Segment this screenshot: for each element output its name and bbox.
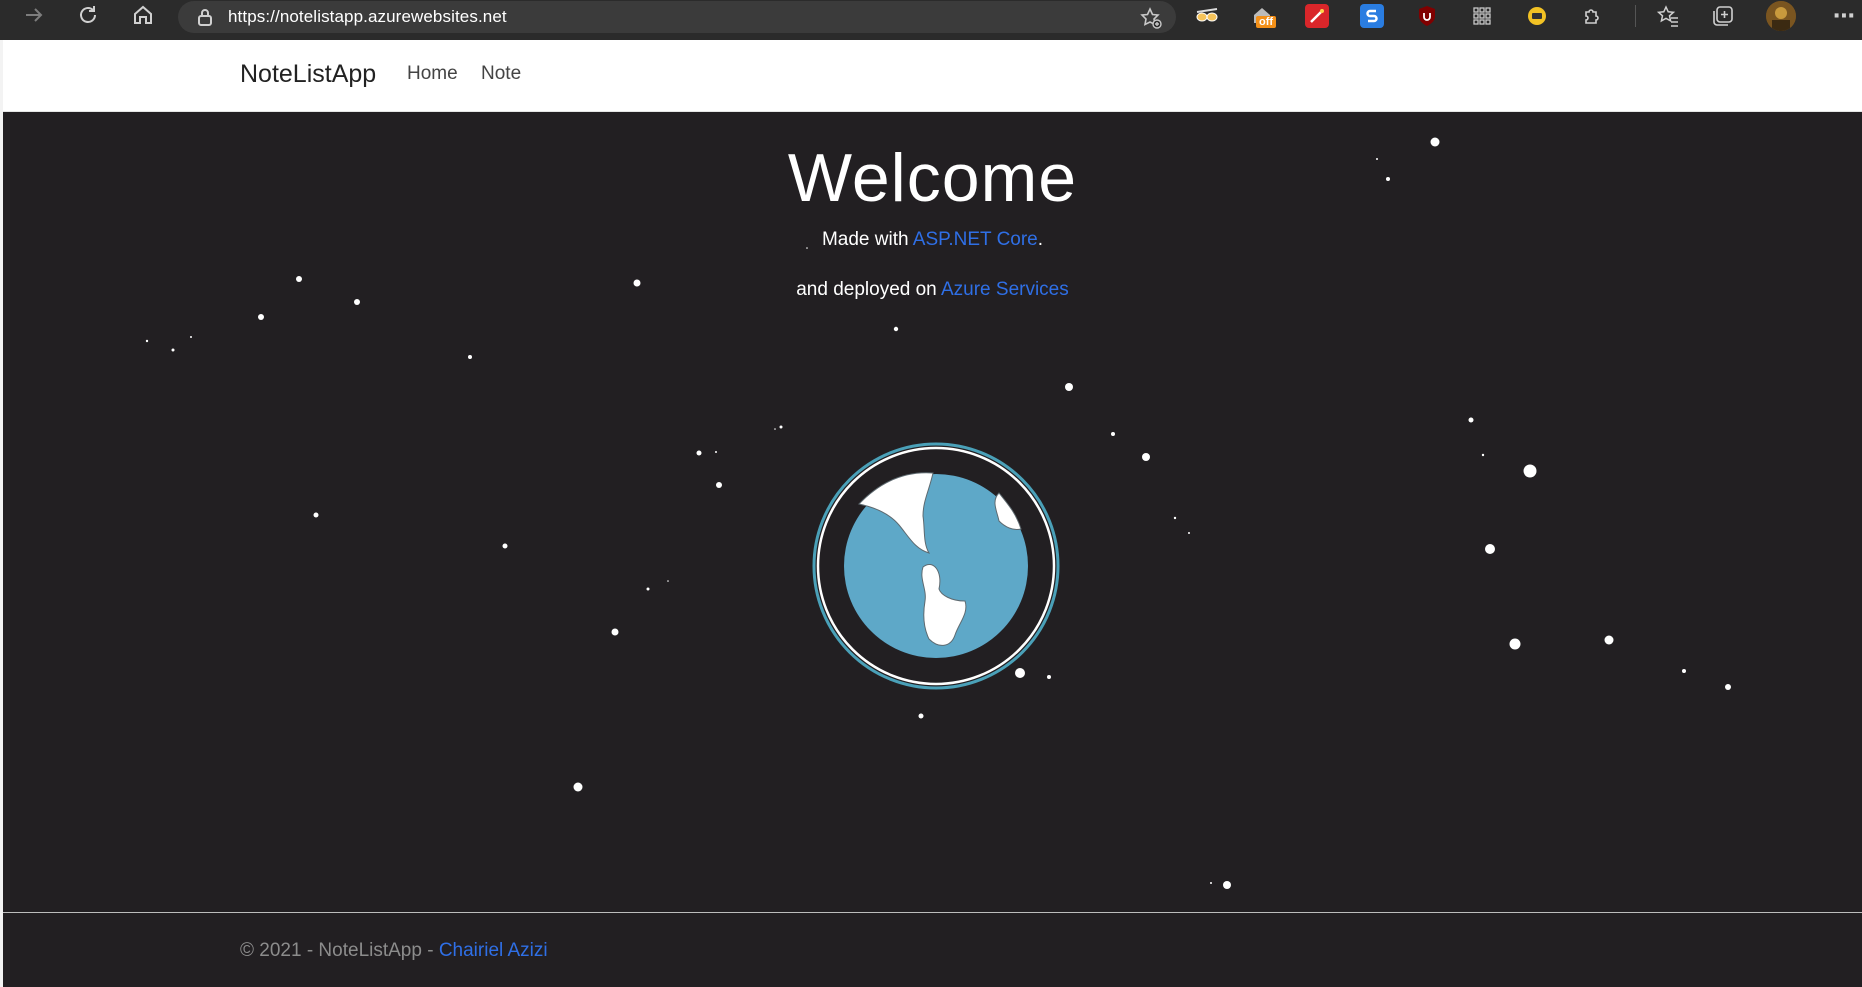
nav-link-home[interactable]: Home [407, 63, 458, 85]
extensions-puzzle-icon[interactable] [1580, 4, 1604, 28]
collections-icon[interactable] [1711, 4, 1735, 28]
deployed-on-text: and deployed on Azure Services [3, 279, 1862, 301]
profile-avatar[interactable] [1766, 1, 1796, 31]
nav-link-note[interactable]: Note [481, 63, 521, 85]
address-bar[interactable]: https://notelistapp.azurewebsites.net [178, 1, 1176, 33]
extension-glasses-icon[interactable] [1195, 4, 1219, 28]
lock-icon [196, 8, 214, 26]
footer-divider [3, 912, 1862, 913]
extension-coupon-icon[interactable]: off [1250, 4, 1277, 28]
favorites-icon[interactable] [1656, 4, 1680, 28]
extension-grid-icon[interactable] [1470, 4, 1494, 28]
brand-logo-text[interactable]: NoteListApp [240, 60, 376, 89]
welcome-heading: Welcome [787, 140, 1078, 216]
extension-wand-icon[interactable] [1305, 4, 1329, 28]
home-icon[interactable] [123, 0, 163, 30]
add-favorite-icon[interactable] [1140, 7, 1162, 29]
extension-s-icon[interactable] [1360, 4, 1384, 28]
hero-section: Welcome Made with ASP.NET Core. and depl… [3, 111, 1862, 912]
refresh-icon[interactable] [68, 0, 108, 30]
azure-services-link[interactable]: Azure Services [941, 279, 1069, 300]
aspnet-core-link[interactable]: ASP.NET Core [913, 229, 1038, 250]
deployed-on-prefix: and deployed on [796, 279, 941, 300]
extension-face-icon[interactable] [1525, 4, 1549, 28]
footer: © 2021 - NoteListApp - Chairiel Azizi [240, 940, 548, 962]
footer-copyright: © 2021 - NoteListApp - [240, 940, 439, 961]
extension-off-badge: off [1256, 16, 1277, 28]
made-with-suffix: . [1037, 229, 1044, 250]
site-navbar: NoteListApp Home Note [3, 40, 1862, 112]
more-menu-icon[interactable]: ⋯ [1832, 3, 1856, 28]
browser-toolbar: https://notelistapp.azurewebsites.net of… [0, 0, 1862, 40]
url-text[interactable]: https://notelistapp.azurewebsites.net [228, 7, 507, 27]
globe-icon [812, 442, 1060, 690]
extensions-area: off ⋯ [1195, 0, 1862, 32]
extension-ublock-icon[interactable] [1415, 4, 1439, 28]
made-with-text: Made with ASP.NET Core. [3, 229, 1862, 251]
footer-author-link[interactable]: Chairiel Azizi [439, 940, 548, 961]
forward-arrow-icon[interactable] [14, 0, 54, 30]
made-with-prefix: Made with [821, 229, 913, 250]
